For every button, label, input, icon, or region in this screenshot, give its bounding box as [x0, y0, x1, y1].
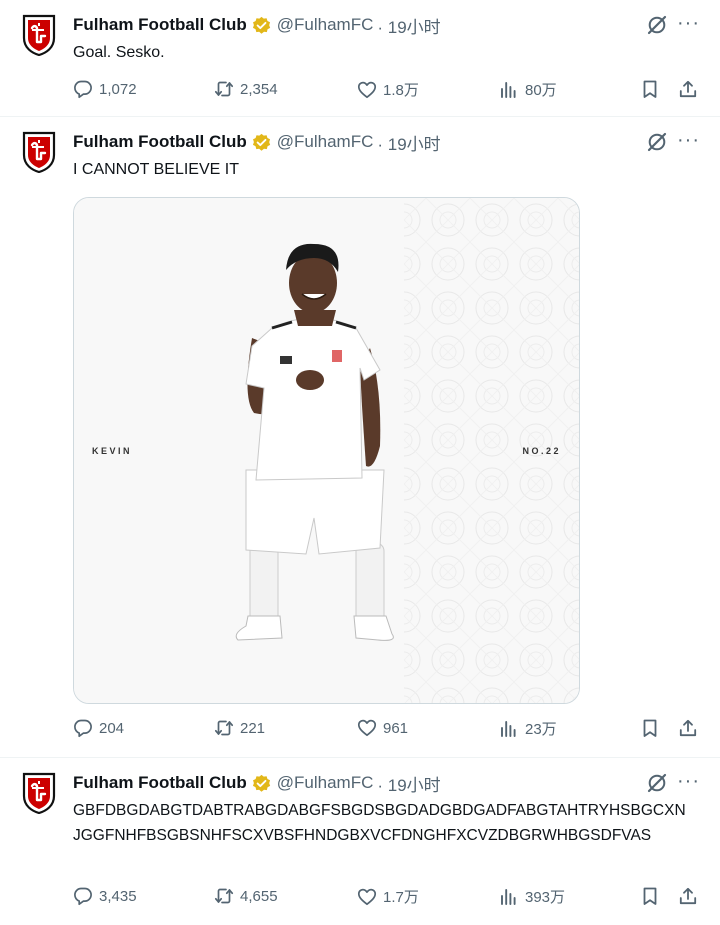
views-button[interactable]: 23万 [499, 718, 557, 739]
views-button[interactable]: 393万 [499, 886, 565, 907]
views-count: 393万 [525, 889, 566, 906]
tweet-header: Fulham Football Club @FulhamFC · 19小时 [73, 13, 441, 38]
views-button[interactable]: 80万 [499, 79, 557, 100]
author-name[interactable]: Fulham Football Club [73, 132, 247, 152]
fulham-crest-avatar[interactable] [20, 772, 58, 814]
like-count: 961 [383, 719, 409, 737]
author-name[interactable]: Fulham Football Club [73, 773, 247, 793]
bookmark-icon [640, 718, 660, 738]
repost-icon [214, 79, 234, 99]
views-icon [499, 80, 519, 100]
share-button[interactable] [678, 79, 698, 99]
more-icon[interactable]: ··· [677, 129, 700, 151]
player-image [74, 198, 579, 703]
like-count: 1.7万 [383, 889, 419, 906]
verified-badge-icon[interactable] [252, 133, 271, 152]
grok-icon[interactable] [646, 772, 668, 794]
author-handle[interactable]: @FulhamFC [277, 773, 374, 793]
grok-icon[interactable] [646, 14, 668, 36]
tweet-actions: 204 221 961 23万 [73, 718, 703, 742]
fulham-crest-avatar[interactable] [20, 14, 58, 56]
tweet-actions: 3,435 4,655 1.7万 393万 [73, 886, 703, 910]
bookmark-button[interactable] [640, 886, 660, 906]
share-icon [678, 718, 698, 738]
share-icon [678, 886, 698, 906]
repost-icon [214, 718, 234, 738]
verified-badge-icon[interactable] [252, 16, 271, 35]
repost-button[interactable]: 2,354 [214, 79, 278, 99]
bookmark-icon [640, 886, 660, 906]
reply-count: 3,435 [99, 887, 137, 905]
share-button[interactable] [678, 718, 698, 738]
share-icon [678, 79, 698, 99]
reply-icon [73, 718, 93, 738]
grok-icon[interactable] [646, 131, 668, 153]
tweet-media-video[interactable]: KEVIN NO.22 [73, 197, 580, 704]
views-icon [499, 887, 519, 907]
reply-icon [73, 79, 93, 99]
repost-count: 221 [240, 719, 266, 737]
reply-button[interactable]: 3,435 [73, 886, 137, 906]
reply-icon [73, 886, 93, 906]
tweet[interactable]: Fulham Football Club @FulhamFC · 19小时 ··… [0, 758, 720, 925]
reply-count: 1,072 [99, 80, 137, 98]
more-icon[interactable]: ··· [677, 12, 700, 34]
more-icon[interactable]: ··· [677, 770, 700, 792]
tweet-time[interactable]: · 19小时 [377, 771, 440, 796]
share-button[interactable] [678, 886, 698, 906]
like-button[interactable]: 1.8万 [357, 79, 419, 100]
tweet-text: I CANNOT BELIEVE IT [73, 161, 239, 178]
fulham-crest-avatar[interactable] [20, 131, 58, 173]
like-button[interactable]: 961 [357, 718, 408, 738]
bookmark-button[interactable] [640, 718, 660, 738]
tweet-header: Fulham Football Club @FulhamFC · 19小时 [73, 771, 441, 796]
views-count: 80万 [525, 82, 557, 99]
bookmark-button[interactable] [640, 79, 660, 99]
tweet-time[interactable]: · 19小时 [377, 130, 440, 155]
repost-count: 2,354 [240, 80, 278, 98]
like-icon [357, 887, 377, 907]
like-count: 1.8万 [383, 82, 419, 99]
tweet[interactable]: Fulham Football Club @FulhamFC · 19小时 ··… [0, 117, 720, 758]
author-handle[interactable]: @FulhamFC [277, 15, 374, 35]
reply-count: 204 [99, 719, 125, 737]
author-handle[interactable]: @FulhamFC [277, 132, 374, 152]
verified-badge-icon[interactable] [252, 774, 271, 793]
repost-button[interactable]: 4,655 [214, 886, 278, 906]
author-name[interactable]: Fulham Football Club [73, 15, 247, 35]
bookmark-icon [640, 79, 660, 99]
views-count: 23万 [525, 721, 557, 738]
like-icon [357, 718, 377, 738]
tweet-header: Fulham Football Club @FulhamFC · 19小时 [73, 130, 441, 155]
tweet-time[interactable]: · 19小时 [377, 13, 440, 38]
repost-button[interactable]: 221 [214, 718, 265, 738]
repost-count: 4,655 [240, 887, 278, 905]
like-icon [357, 80, 377, 100]
views-icon [499, 719, 519, 739]
media-left-label: KEVIN [92, 446, 133, 456]
repost-icon [214, 886, 234, 906]
media-right-label: NO.22 [522, 446, 561, 456]
reply-button[interactable]: 204 [73, 718, 124, 738]
reply-button[interactable]: 1,072 [73, 79, 137, 99]
tweet[interactable]: Fulham Football Club @FulhamFC · 19小时 ··… [0, 0, 720, 117]
like-button[interactable]: 1.7万 [357, 886, 419, 907]
tweet-text: GBFDBGDABGTDABTRABGDABGFSBGDSBGDADGBDGAD… [73, 802, 686, 844]
tweet-text: Goal. Sesko. [73, 44, 165, 61]
tweet-actions: 1,072 2,354 1.8万 80万 [73, 79, 703, 103]
